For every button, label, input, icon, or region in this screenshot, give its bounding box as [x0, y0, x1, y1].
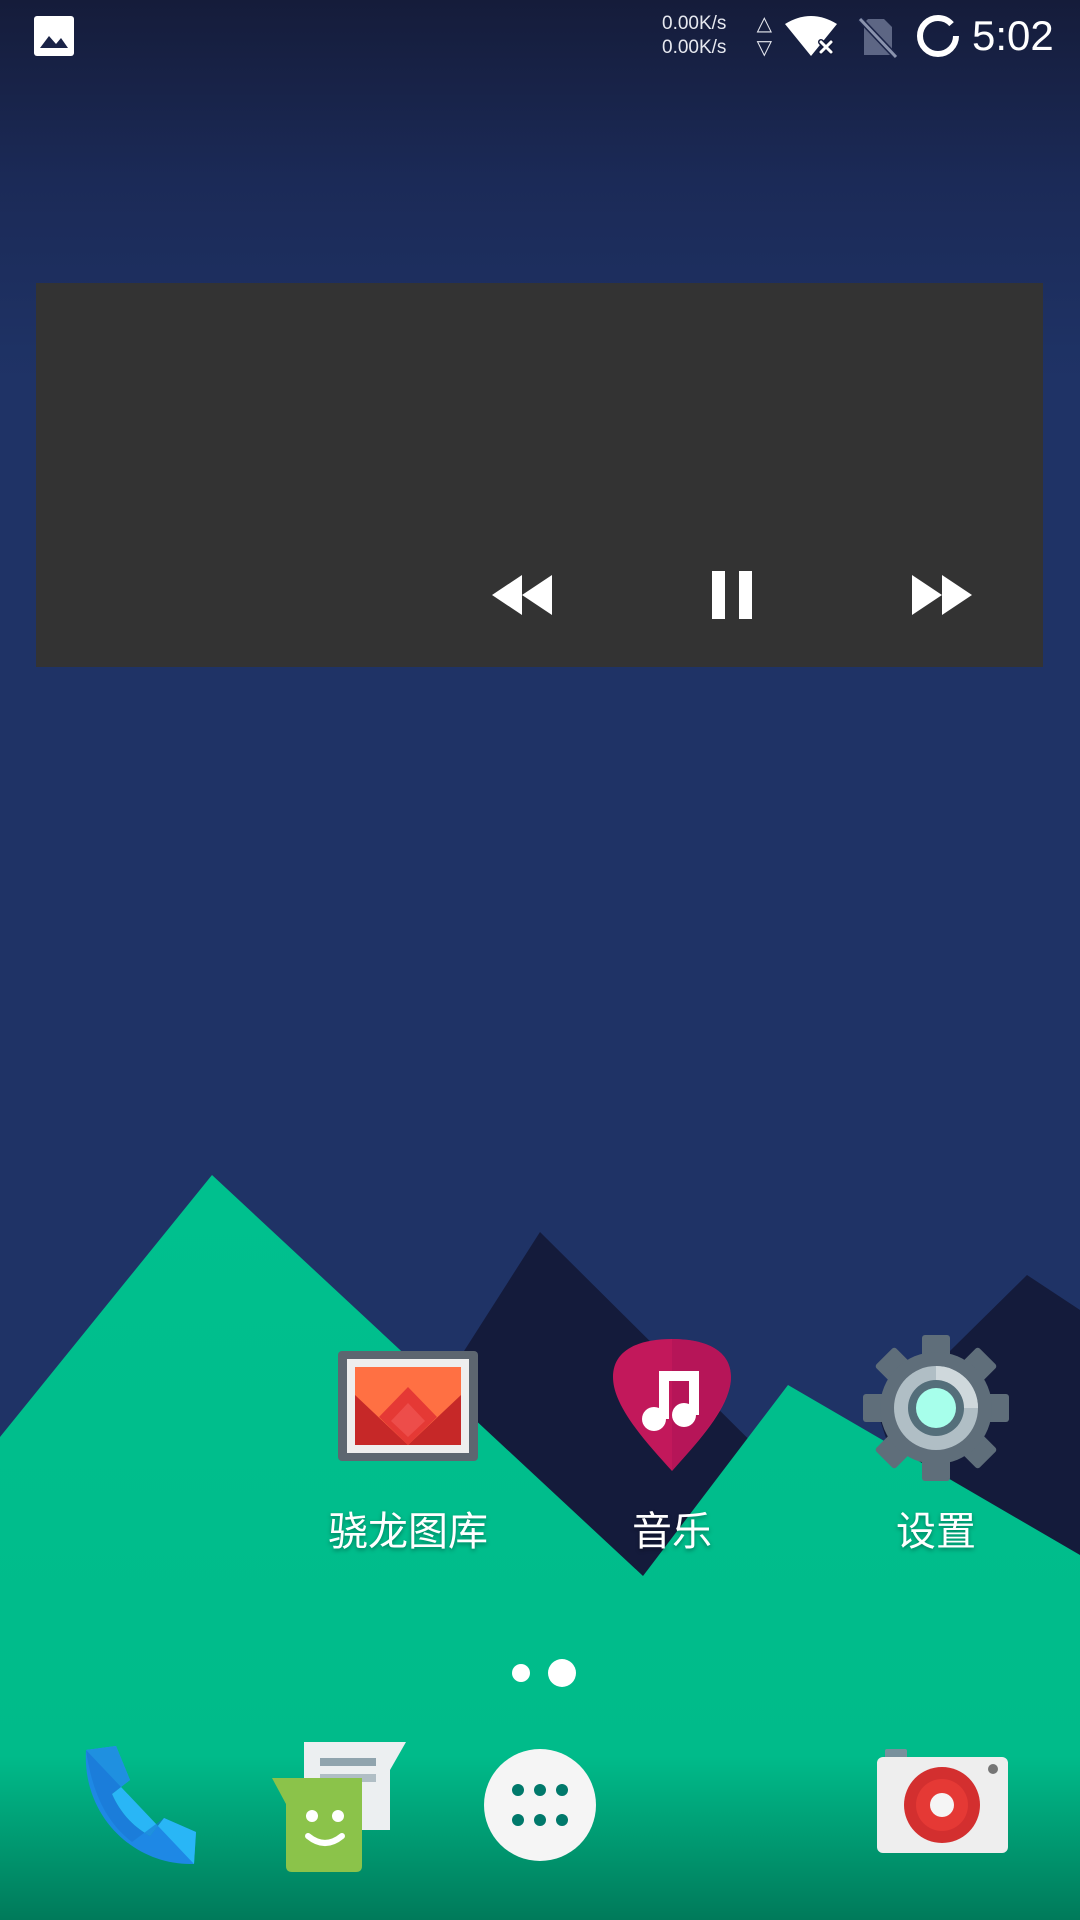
no-sim-icon	[858, 16, 898, 59]
gallery-icon	[338, 1351, 478, 1461]
home-screen: 0.00K/s △ 0.00K/s ▽ 5:02 骁龙图库 音乐 设置	[0, 0, 1080, 1920]
camera-icon	[877, 1749, 1008, 1853]
battery-loading-icon	[917, 15, 959, 57]
dock-camera[interactable]	[875, 1745, 1008, 1875]
app-music[interactable]: 音乐	[552, 1333, 792, 1573]
wifi-no-internet-icon	[785, 16, 837, 56]
download-speed: 0.00K/s	[662, 37, 727, 58]
dock-app-drawer[interactable]	[483, 1748, 613, 1878]
app-settings[interactable]: 设置	[816, 1333, 1056, 1573]
rewind-icon	[492, 575, 552, 615]
app-label-music: 音乐	[632, 1509, 712, 1555]
clock: 5:02	[972, 12, 1054, 59]
page-dot-1[interactable]	[512, 1664, 530, 1682]
app-label-gallery: 骁龙图库	[328, 1509, 488, 1555]
settings-gear-icon	[863, 1335, 1009, 1481]
previous-button[interactable]	[477, 555, 567, 635]
pause-button[interactable]	[687, 555, 777, 635]
fast-forward-icon	[912, 575, 972, 615]
dock-messaging[interactable]	[270, 1740, 406, 1872]
app-gallery[interactable]: 骁龙图库	[288, 1333, 528, 1573]
download-arrow-icon: ▽	[756, 37, 772, 59]
pause-icon	[712, 571, 752, 619]
dock-phone[interactable]	[72, 1740, 202, 1870]
upload-arrow-icon: △	[756, 13, 772, 35]
status-bar: 0.00K/s △ 0.00K/s ▽ 5:02	[0, 0, 1080, 72]
messaging-icon	[272, 1742, 406, 1872]
page-dot-2[interactable]	[548, 1659, 576, 1687]
music-icon	[613, 1339, 731, 1471]
upload-speed: 0.00K/s	[662, 13, 727, 34]
app-label-settings: 设置	[896, 1509, 976, 1555]
gallery-notification-icon	[34, 16, 74, 56]
network-speed: 0.00K/s △ 0.00K/s ▽	[662, 12, 772, 60]
next-button[interactable]	[897, 555, 987, 635]
page-indicator	[504, 1658, 584, 1688]
app-drawer-icon	[484, 1749, 596, 1861]
phone-icon	[85, 1746, 196, 1865]
